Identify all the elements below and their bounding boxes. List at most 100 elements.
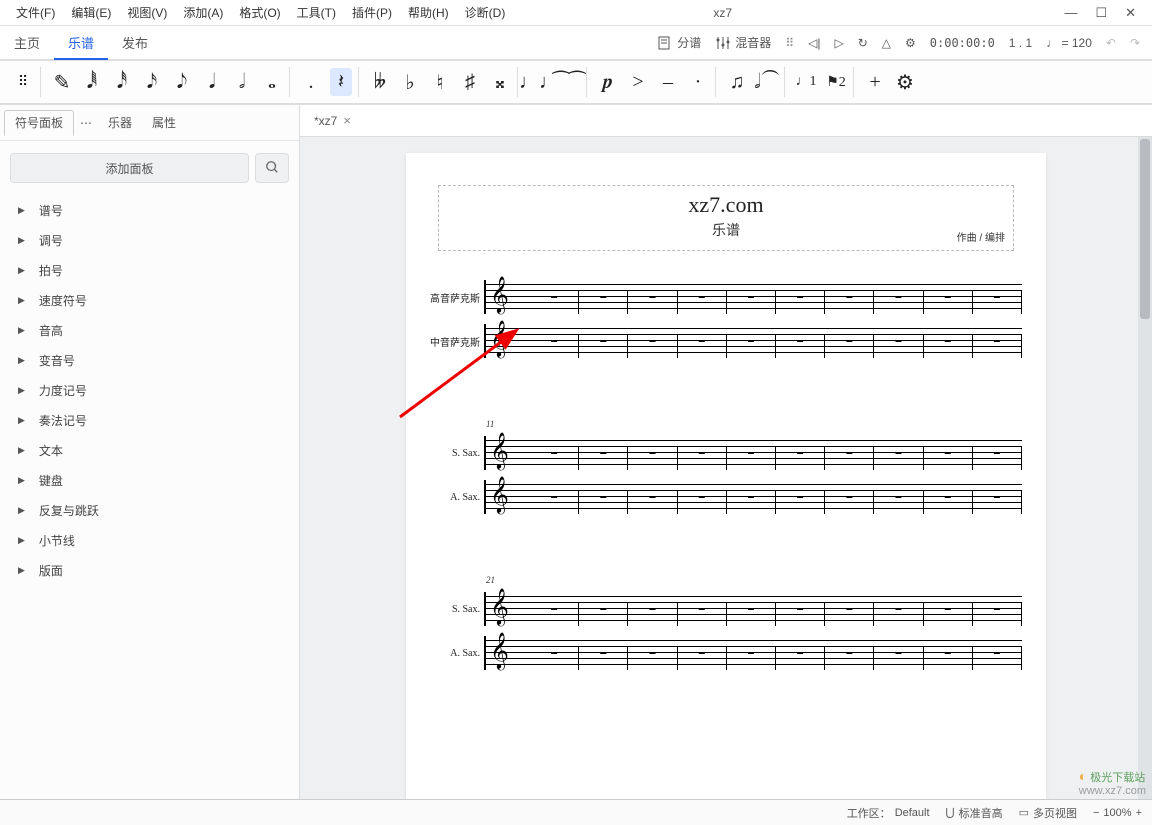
measure[interactable]: [628, 334, 677, 358]
measure[interactable]: [924, 490, 973, 514]
palette-item-layout[interactable]: ▶版面: [0, 555, 299, 585]
note-whole[interactable]: 𝅝: [261, 68, 283, 96]
tab-score[interactable]: 乐谱: [54, 27, 108, 60]
window-minimize-icon[interactable]: —: [1064, 5, 1077, 21]
measure[interactable]: [579, 602, 628, 626]
staccato[interactable]: ·: [687, 68, 709, 96]
staff[interactable]: [484, 592, 1022, 626]
staff[interactable]: [484, 436, 1022, 470]
double-flat[interactable]: 𝄫: [369, 68, 391, 96]
measure[interactable]: [924, 290, 973, 314]
undo-button[interactable]: ↶: [1106, 36, 1116, 50]
measure[interactable]: [973, 446, 1022, 470]
measure[interactable]: [776, 646, 825, 670]
doc-tab[interactable]: *xz7 ×: [308, 109, 357, 132]
metronome-button[interactable]: △: [882, 36, 891, 50]
measure[interactable]: [530, 334, 579, 358]
measure[interactable]: [628, 446, 677, 470]
menu-file[interactable]: 文件(F): [8, 4, 63, 21]
panel-tab-instruments[interactable]: 乐器: [98, 110, 142, 136]
concert-pitch-toggle[interactable]: ⋃ 标准音高: [946, 805, 1003, 821]
panel-tab-more-icon[interactable]: ⋯: [74, 116, 98, 130]
palette-item-barlines[interactable]: ▶小节线: [0, 525, 299, 555]
palette-item-keysig[interactable]: ▶调号: [0, 225, 299, 255]
note-16th[interactable]: 𝅘𝅥𝅯: [141, 68, 163, 96]
measure[interactable]: [924, 334, 973, 358]
slur-button[interactable]: ⁀⁀: [558, 68, 580, 96]
measure[interactable]: [924, 602, 973, 626]
loop-button[interactable]: ↻: [858, 36, 868, 50]
measure[interactable]: [973, 334, 1022, 358]
natural[interactable]: ♮: [429, 68, 451, 96]
parts-button[interactable]: 分谱: [657, 34, 701, 51]
measure[interactable]: [579, 490, 628, 514]
palette-item-clefs[interactable]: ▶谱号: [0, 195, 299, 225]
measure[interactable]: [973, 290, 1022, 314]
panel-tab-palettes[interactable]: 符号面板: [4, 110, 74, 136]
zoom-in-icon[interactable]: +: [1136, 807, 1142, 819]
window-maximize-icon[interactable]: ☐: [1095, 5, 1107, 21]
note-quarter[interactable]: 𝅘𝅥: [201, 68, 223, 96]
measure[interactable]: [727, 646, 776, 670]
palette-item-timesig[interactable]: ▶拍号: [0, 255, 299, 285]
measure[interactable]: [628, 290, 677, 314]
measure[interactable]: [678, 602, 727, 626]
measure[interactable]: [874, 602, 923, 626]
measure[interactable]: [825, 446, 874, 470]
measure[interactable]: [825, 490, 874, 514]
add-button[interactable]: +: [864, 68, 886, 96]
measure[interactable]: [530, 446, 579, 470]
note-64th[interactable]: 𝅘𝅥𝅱: [81, 68, 103, 96]
menu-format[interactable]: 格式(O): [231, 4, 288, 21]
measure[interactable]: [973, 602, 1022, 626]
measure[interactable]: [825, 646, 874, 670]
measure[interactable]: [874, 290, 923, 314]
staff[interactable]: [484, 480, 1022, 514]
mixer-button[interactable]: 混音器: [715, 34, 771, 51]
redo-button[interactable]: ↷: [1130, 36, 1140, 50]
menu-diagnostic[interactable]: 诊断(D): [457, 4, 514, 21]
measure[interactable]: [924, 446, 973, 470]
score-subtitle[interactable]: 乐谱: [447, 220, 1005, 240]
palette-item-articulations[interactable]: ▶奏法记号: [0, 405, 299, 435]
measure[interactable]: [825, 334, 874, 358]
marcato[interactable]: 𝆏: [597, 68, 619, 96]
menu-view[interactable]: 视图(V): [119, 4, 175, 21]
add-palette-button[interactable]: 添加面板: [10, 153, 249, 183]
measure[interactable]: [579, 646, 628, 670]
voice-1[interactable]: ♩1: [795, 68, 817, 96]
tenuto[interactable]: –: [657, 68, 679, 96]
menu-edit[interactable]: 编辑(E): [63, 4, 119, 21]
flip-stem[interactable]: 𝅗𝅥⁀: [756, 68, 778, 96]
score-composer[interactable]: 作曲 / 编排: [957, 229, 1005, 244]
tab-home[interactable]: 主页: [0, 26, 54, 59]
close-icon[interactable]: ×: [343, 113, 351, 128]
accent[interactable]: >: [627, 68, 649, 96]
double-sharp[interactable]: 𝄪: [489, 68, 511, 96]
measure[interactable]: [678, 334, 727, 358]
palette-item-dynamics[interactable]: ▶力度记号: [0, 375, 299, 405]
measure[interactable]: [825, 602, 874, 626]
measure[interactable]: [628, 646, 677, 670]
menu-plugins[interactable]: 插件(P): [344, 4, 400, 21]
measure[interactable]: [579, 446, 628, 470]
toolbar-settings-icon[interactable]: ⚙: [894, 68, 916, 96]
measure[interactable]: [727, 290, 776, 314]
measure[interactable]: [727, 602, 776, 626]
measure[interactable]: [530, 490, 579, 514]
vertical-scrollbar[interactable]: [1138, 137, 1152, 799]
menu-tools[interactable]: 工具(T): [289, 4, 344, 21]
measure[interactable]: [530, 646, 579, 670]
staff[interactable]: [484, 636, 1022, 670]
measure[interactable]: [973, 646, 1022, 670]
measure[interactable]: [727, 446, 776, 470]
menu-add[interactable]: 添加(A): [175, 4, 231, 21]
measure[interactable]: [874, 334, 923, 358]
measure[interactable]: [973, 490, 1022, 514]
panel-tab-properties[interactable]: 属性: [142, 110, 186, 136]
measure[interactable]: [776, 602, 825, 626]
staff[interactable]: [484, 280, 1022, 314]
drag-handle-icon[interactable]: ⠿: [785, 36, 794, 50]
view-mode-selector[interactable]: ▭ 多页视图: [1019, 805, 1077, 821]
scrollbar-thumb[interactable]: [1140, 139, 1150, 319]
